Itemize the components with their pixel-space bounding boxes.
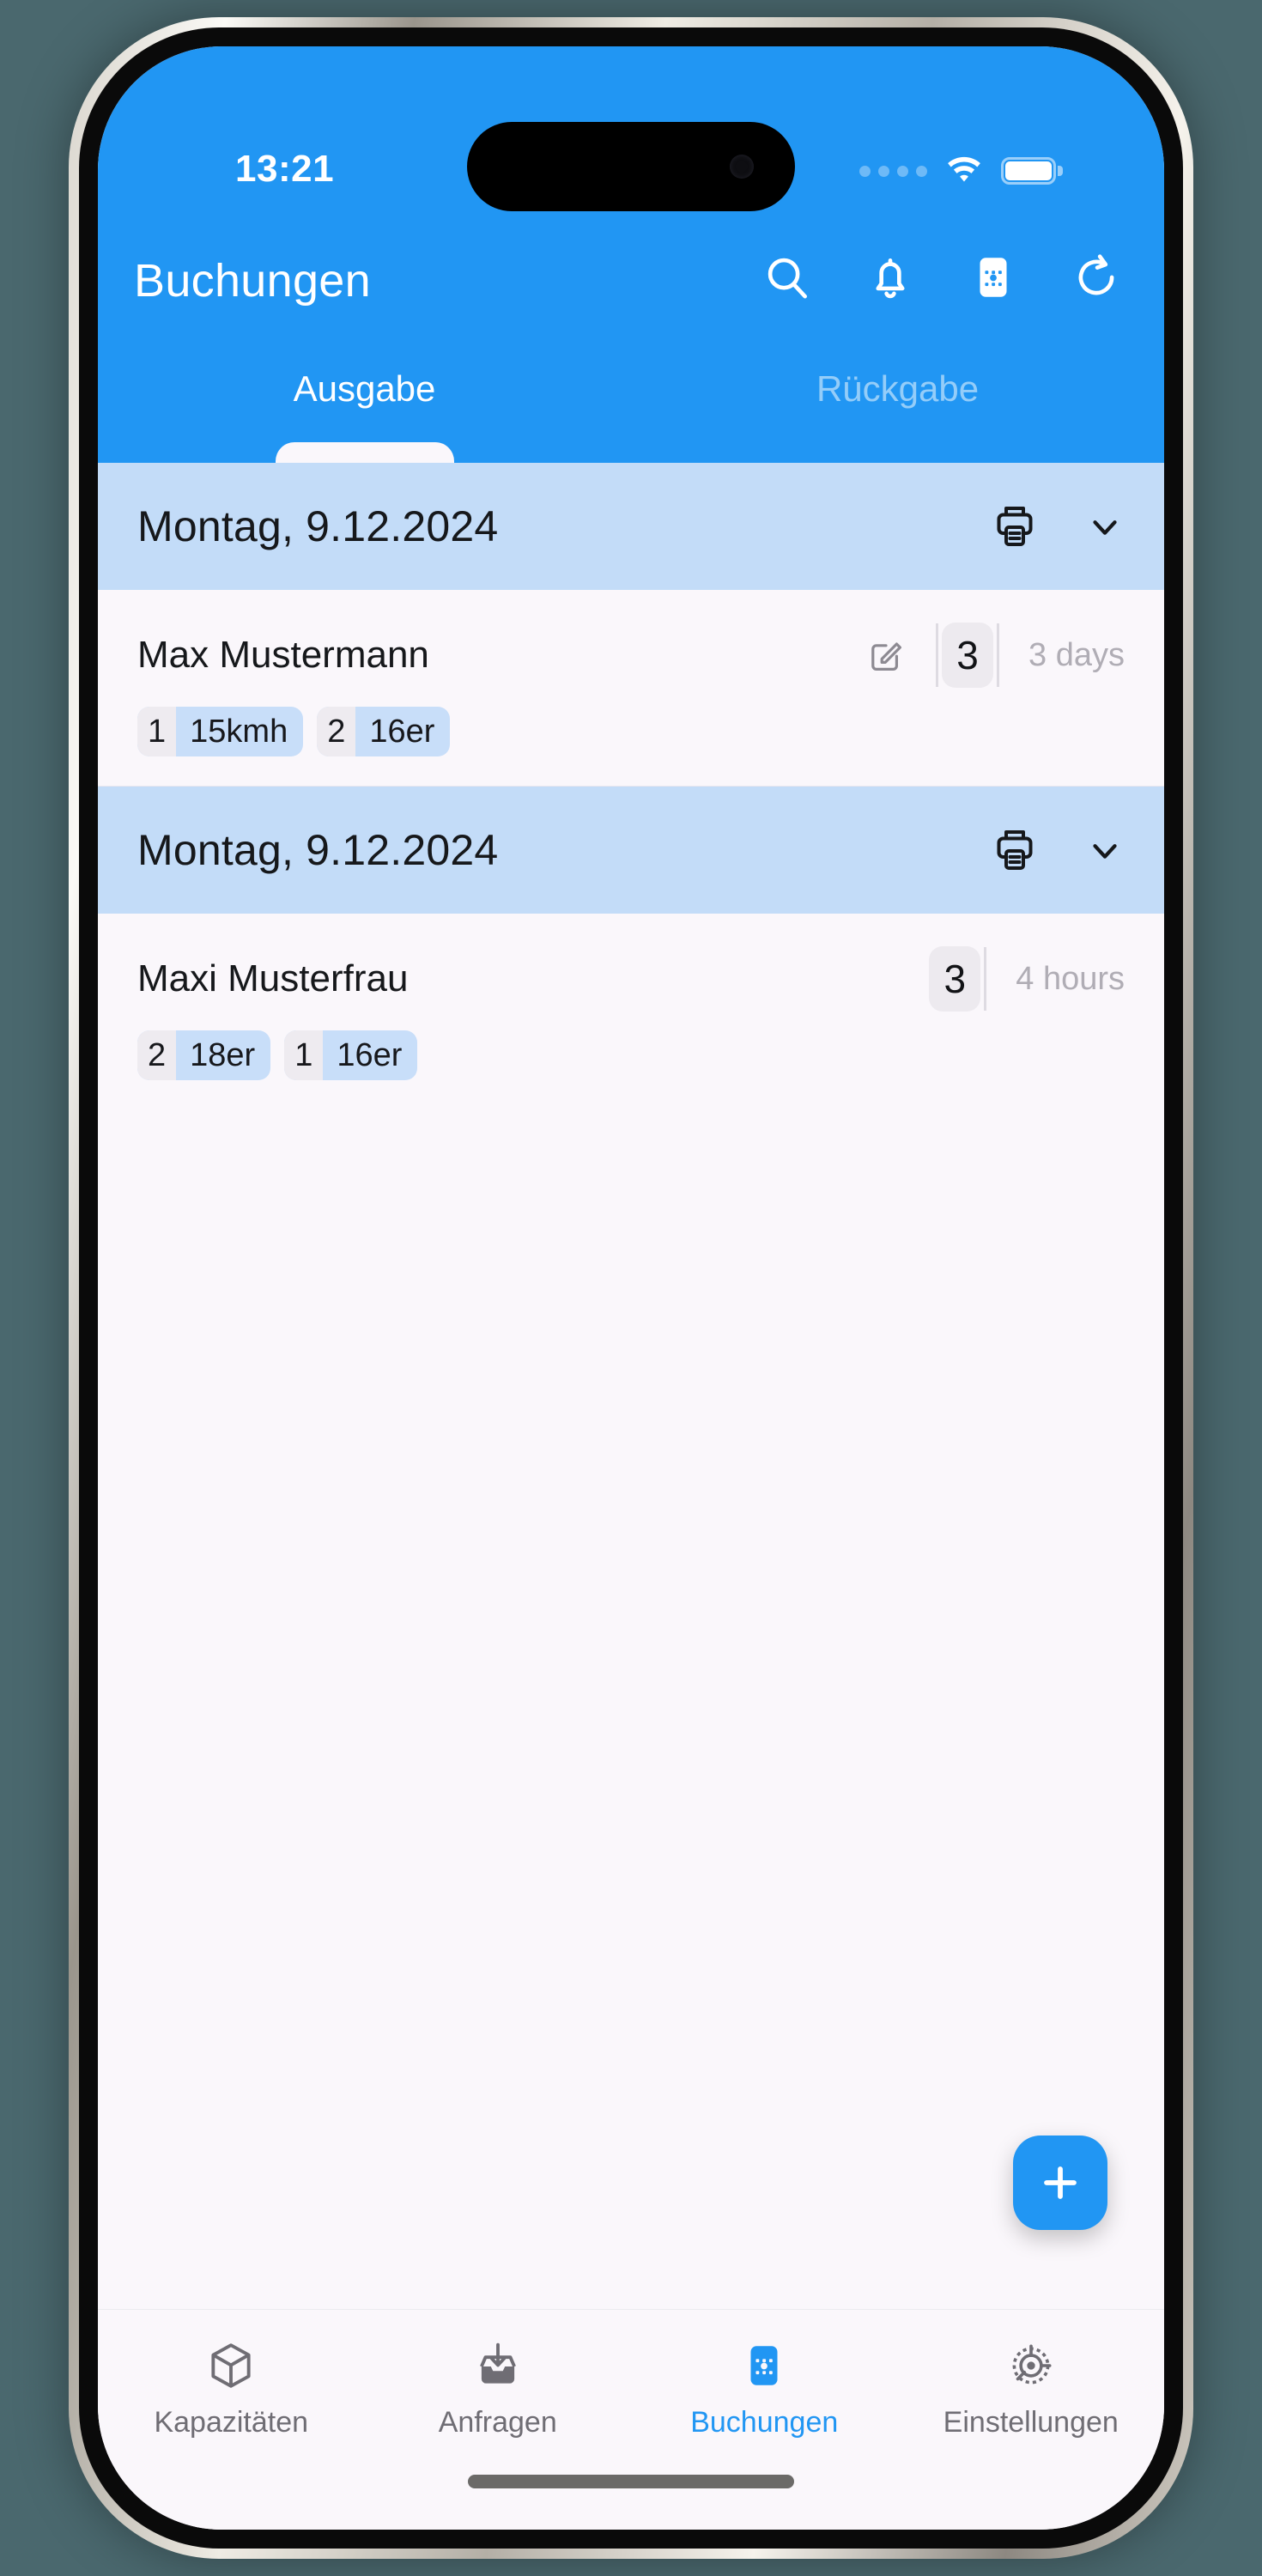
booking-row-top: Maxi Musterfrau 3 4 hours (137, 946, 1125, 1012)
battery-icon (1001, 157, 1063, 185)
bell-icon[interactable] (864, 251, 917, 304)
status-bar-clock: 13:21 (235, 148, 335, 190)
add-booking-fab[interactable] (1013, 2136, 1107, 2230)
booking-row[interactable]: Maxi Musterfrau 3 4 hours 2 18er 1 16er (98, 914, 1164, 1109)
gear-icon (1012, 2344, 1052, 2385)
date-group-header[interactable]: Montag, 9.12.2024 (98, 463, 1164, 590)
date-group-label: Montag, 9.12.2024 (137, 502, 499, 550)
wifi-icon (948, 156, 980, 182)
booking-tag-count: 2 (317, 707, 356, 756)
date-group-header[interactable]: Montag, 9.12.2024 (98, 787, 1164, 914)
booking-tag[interactable]: 2 16er (317, 707, 451, 756)
booking-duration: 4 hours (1016, 960, 1125, 997)
search-icon[interactable] (761, 251, 814, 304)
nav-item-anfragen[interactable]: Anfragen (365, 2339, 632, 2530)
booking-tag[interactable]: 1 16er (284, 1030, 418, 1080)
bottom-navigation: Kapazitäten Anfragen Buchungen Einstellu… (98, 2309, 1164, 2530)
booking-customer-name: Max Mustermann (137, 634, 429, 676)
tab-ausgabe[interactable]: Ausgabe (98, 351, 631, 465)
booking-tag-list: 2 18er 1 16er (137, 1030, 1125, 1080)
printer-icon[interactable] (989, 501, 1041, 552)
inbox-download-icon (479, 2342, 516, 2384)
booking-row[interactable]: Max Mustermann 3 3 days 1 15kmh 2 16er (98, 590, 1164, 787)
plus-icon (1044, 2166, 1077, 2199)
booking-tag[interactable]: 1 15kmh (137, 707, 304, 756)
booking-row-top: Max Mustermann 3 3 days (137, 623, 1125, 688)
tab-bar: Ausgabe Rückgabe (98, 351, 1164, 465)
refresh-icon[interactable] (1070, 251, 1123, 304)
app-bar-actions (761, 251, 1123, 304)
booking-count-badge: 3 (929, 946, 981, 1012)
phone-bezel: 13:21 Buchungen Ausgabe Rückgabe Montag,… (79, 27, 1183, 2549)
booking-count-badge: 3 (942, 623, 994, 688)
tab-active-indicator (275, 442, 454, 465)
booking-row-meta: 3 4 hours (925, 946, 1125, 1012)
app-bar: Buchungen (98, 218, 1164, 351)
front-camera (730, 155, 754, 179)
date-group-actions (989, 501, 1125, 552)
booking-row-meta: 3 3 days (865, 623, 1125, 688)
booking-tag-count: 2 (137, 1030, 177, 1080)
dynamic-island (467, 122, 795, 211)
nav-item-einstellungen[interactable]: Einstellungen (898, 2339, 1165, 2530)
booking-duration: 3 days (1028, 636, 1125, 673)
nav-item-buchungen[interactable]: Buchungen (631, 2339, 898, 2530)
meta-divider (997, 623, 1000, 687)
nav-item-label: Buchungen (690, 2406, 839, 2439)
page-title: Buchungen (134, 255, 371, 307)
chevron-down-icon[interactable] (1085, 507, 1125, 546)
booking-tag-label: 16er (337, 1036, 403, 1073)
tab-ausgabe-label: Ausgabe (293, 368, 436, 409)
nav-item-label: Einstellungen (943, 2406, 1119, 2439)
cellular-dots-icon (859, 165, 927, 177)
nav-item-label: Anfragen (438, 2406, 557, 2439)
meta-divider (984, 947, 987, 1011)
tab-rueckgabe-label: Rückgabe (816, 368, 980, 409)
tab-rueckgabe[interactable]: Rückgabe (631, 351, 1164, 463)
meta-divider (936, 623, 939, 687)
status-bar: 13:21 (98, 46, 1164, 218)
booking-tag-label: 15kmh (190, 713, 288, 750)
home-indicator[interactable] (468, 2475, 794, 2488)
date-group-label: Montag, 9.12.2024 (137, 826, 499, 874)
status-bar-indicators (859, 156, 1063, 185)
calendar-icon (750, 2346, 778, 2385)
calendar-icon[interactable] (967, 251, 1020, 304)
booking-tag-count: 1 (284, 1030, 324, 1080)
phone-device-frame: 13:21 Buchungen Ausgabe Rückgabe Montag,… (69, 17, 1193, 2559)
booking-customer-name: Maxi Musterfrau (137, 957, 409, 999)
cube-icon (211, 2343, 251, 2388)
booking-tag-label: 16er (369, 713, 435, 750)
booking-tag-list: 1 15kmh 2 16er (137, 707, 1125, 756)
booking-tag-label: 18er (190, 1036, 256, 1073)
bookings-list: Montag, 9.12.2024 Max Mustermann 3 3 day… (98, 463, 1164, 2309)
booking-tag-count: 1 (137, 707, 177, 756)
printer-icon[interactable] (989, 824, 1041, 876)
nav-item-label: Kapazitäten (154, 2406, 309, 2439)
chevron-down-icon[interactable] (1085, 830, 1125, 870)
date-group-actions (989, 824, 1125, 876)
phone-screen: 13:21 Buchungen Ausgabe Rückgabe Montag,… (98, 46, 1164, 2530)
booking-tag[interactable]: 2 18er (137, 1030, 271, 1080)
nav-item-kapazitaeten[interactable]: Kapazitäten (98, 2339, 365, 2530)
screenshot-canvas: 13:21 Buchungen Ausgabe Rückgabe Montag,… (0, 0, 1262, 2576)
edit-pencil-icon[interactable] (865, 635, 907, 676)
